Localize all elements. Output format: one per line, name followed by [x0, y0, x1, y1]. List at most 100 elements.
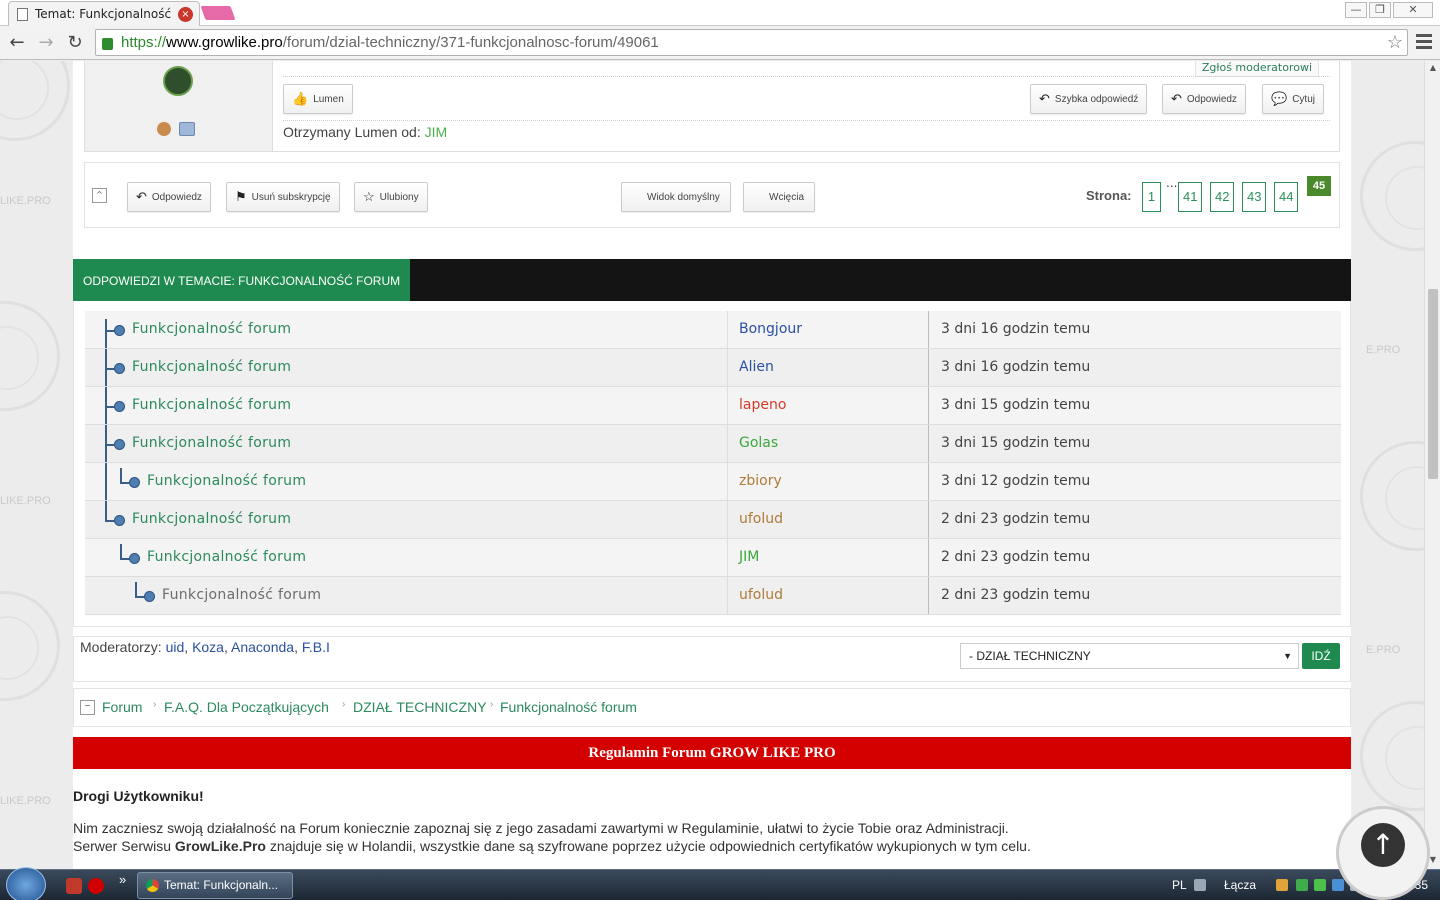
favorite-button[interactable]: ☆ Ulubiony — [354, 182, 428, 212]
keyboard-icon[interactable] — [1194, 879, 1206, 891]
quote-button[interactable]: 💬 Cytuj — [1262, 84, 1324, 114]
reply-title-link[interactable]: Funkcjonalność forum — [147, 549, 306, 565]
window-minimize-button[interactable]: — — [1345, 2, 1367, 18]
reply-title-link[interactable]: Funkcjonalność forum — [147, 473, 306, 489]
browser-menu-icon[interactable] — [1416, 34, 1432, 50]
reload-icon[interactable]: ↻ — [64, 32, 86, 54]
received-lumen-user[interactable]: JIM — [425, 124, 448, 140]
private-message-icon[interactable] — [179, 122, 195, 136]
forward-icon[interactable]: → — [35, 32, 57, 54]
collapse-toggle[interactable]: ^ — [92, 188, 107, 203]
reply-row[interactable]: Funkcjonalność forum lapeno 3 dni 15 god… — [85, 387, 1341, 425]
page-link-42[interactable]: 42 — [1210, 182, 1235, 212]
reply-author-link[interactable]: ufolud — [739, 587, 783, 603]
reply-row[interactable]: Funkcjonalność forum JIM 2 dni 23 godzin… — [85, 539, 1341, 577]
page-link-44[interactable]: 44 — [1274, 182, 1299, 212]
reply-title-current: Funkcjonalność forum — [162, 587, 322, 603]
url-path: /forum/dzial-techniczny/371-funkcjonalno… — [282, 34, 659, 51]
lumen-button[interactable]: 👍 Lumen — [283, 84, 353, 114]
watermark-text: E.PRO — [1366, 644, 1401, 656]
links-toolbar[interactable]: Łącza — [1224, 878, 1256, 892]
breadcrumb-item[interactable]: DZIAŁ TECHNICZNY — [353, 699, 487, 715]
tab-close-icon[interactable]: × — [178, 7, 193, 22]
reply-title-link[interactable]: Funkcjonalność forum — [132, 511, 291, 527]
forum-jump-select[interactable]: - DZIAŁ TECHNICZNY ▼ — [960, 643, 1299, 669]
breadcrumb-item[interactable]: Forum — [102, 699, 142, 715]
scrollbar-thumb[interactable] — [1428, 289, 1438, 479]
tray-app-icon[interactable] — [1332, 879, 1344, 891]
reply-time: 3 dni 16 godzin temu — [941, 359, 1091, 375]
reply-author-link[interactable]: ufolud — [739, 511, 783, 527]
reply-title-link[interactable]: Funkcjonalność forum — [132, 321, 291, 337]
address-bar[interactable]: https://www.growlike.pro/forum/dzial-tec… — [95, 29, 1408, 56]
reply-author-link[interactable]: JIM — [739, 549, 759, 565]
received-lumen-label: Otrzymany Lumen od: — [283, 124, 421, 140]
replies-tree: Funkcjonalność forum Bongjour 3 dni 16 g… — [73, 301, 1351, 627]
reply-row[interactable]: Funkcjonalność forum Alien 3 dni 16 godz… — [85, 349, 1341, 387]
browser-tab[interactable]: Temat: Funkcjonalność fo × — [8, 1, 200, 26]
reply-title-link[interactable]: Funkcjonalność forum — [132, 397, 291, 413]
language-indicator[interactable]: PL — [1172, 878, 1187, 892]
start-button[interactable] — [6, 867, 46, 900]
bookmark-star-icon[interactable]: ☆ — [1387, 32, 1403, 53]
back-icon[interactable]: ← — [6, 32, 28, 54]
page-link-41[interactable]: 41 — [1178, 182, 1203, 212]
new-tab-button[interactable] — [200, 6, 236, 20]
reply-title-link[interactable]: Funkcjonalność forum — [132, 435, 291, 451]
quick-reply-button[interactable]: ↶ Szybka odpowiedź — [1030, 84, 1148, 114]
reply-time: 2 dni 23 godzin temu — [941, 549, 1091, 565]
background-watermark — [0, 61, 70, 141]
dropdown-arrow-icon: ▼ — [1283, 651, 1292, 661]
watermark-text: LIKE.PRO — [0, 195, 51, 207]
breadcrumb-item[interactable]: F.A.Q. Dla Początkujących — [164, 699, 329, 715]
reply-author-link[interactable]: Golas — [739, 435, 778, 451]
window-restore-button[interactable]: ❐ — [1369, 2, 1391, 18]
thumbs-up-icon: 👍 — [292, 91, 309, 106]
watermark-text: E.PRO — [1366, 344, 1401, 356]
reply-author-link[interactable]: zbiory — [739, 473, 782, 489]
report-moderator-link[interactable]: Zgłoś moderatorowi — [1194, 61, 1319, 77]
volume-icon[interactable] — [1276, 879, 1288, 891]
user-profile-icon[interactable] — [157, 122, 171, 136]
indents-view-button[interactable]: Wcięcia — [743, 182, 816, 212]
quicklaunch-overflow-icon[interactable]: » — [119, 872, 126, 887]
reply-row[interactable]: Funkcjonalność forum ufolud 2 dni 23 god… — [85, 501, 1341, 539]
rules-text: Serwer Serwisu GrowLike.Pro znajduje się… — [73, 838, 1031, 854]
reply-row[interactable]: Funkcjonalność forum Bongjour 3 dni 16 g… — [85, 311, 1341, 349]
taskbar-chrome-task[interactable]: Temat: Funkcjonaln... — [137, 872, 293, 899]
watermark-text: LIKE.PRO — [0, 795, 51, 807]
quick-reply-label: Szybka odpowiedź — [1054, 93, 1139, 105]
reply-time: 3 dni 15 godzin temu — [941, 435, 1091, 451]
go-button[interactable]: IDŹ — [1302, 643, 1340, 669]
moderator-link[interactable]: Anaconda — [231, 639, 294, 655]
moderator-link[interactable]: uid — [166, 639, 185, 655]
reply-title-link[interactable]: Funkcjonalność forum — [132, 359, 291, 375]
unsubscribe-flag-icon: ⚑ — [235, 189, 247, 204]
reply-button[interactable]: ↶ Odpowiedz — [1162, 84, 1246, 114]
quicklaunch-app-icon[interactable] — [66, 878, 82, 894]
breadcrumb-toggle[interactable]: − — [80, 700, 95, 715]
opera-icon[interactable] — [88, 878, 104, 894]
rules-greeting: Drogi Użytkowniku! — [73, 788, 204, 804]
moderator-link[interactable]: Koza — [192, 639, 224, 655]
reply-row[interactable]: Funkcjonalność forum Golas 3 dni 15 godz… — [85, 425, 1341, 463]
page-link-1[interactable]: 1 — [1142, 182, 1161, 212]
reply-row[interactable]: Funkcjonalność forum zbiory 3 dni 12 god… — [85, 463, 1341, 501]
reply-author-link[interactable]: Bongjour — [739, 321, 802, 337]
default-view-button[interactable]: Widok domyślny — [621, 182, 731, 212]
page-link-43[interactable]: 43 — [1242, 182, 1267, 212]
network-icon[interactable] — [1296, 879, 1308, 891]
window-close-button[interactable]: ✕ — [1393, 2, 1433, 18]
background-watermark — [1360, 141, 1424, 251]
unsubscribe-button[interactable]: ⚑ Usuń subskrypcję — [226, 182, 340, 212]
thread-reply-button[interactable]: ↶ Odpowiedz — [127, 182, 211, 212]
scroll-up-icon[interactable]: ▲ — [1428, 63, 1438, 72]
reply-time: 2 dni 23 godzin temu — [941, 511, 1091, 527]
reply-author-link[interactable]: lapeno — [739, 397, 786, 413]
page-scrollbar[interactable]: ▲ ▼ — [1424, 61, 1440, 869]
reply-row[interactable]: Funkcjonalność forum ufolud 2 dni 23 god… — [85, 577, 1341, 615]
moderator-link[interactable]: F.B.I — [302, 639, 330, 655]
tray-app-icon[interactable] — [1314, 879, 1326, 891]
reply-author-link[interactable]: Alien — [739, 359, 774, 375]
breadcrumb-item[interactable]: Funkcjonalność forum — [500, 699, 637, 715]
